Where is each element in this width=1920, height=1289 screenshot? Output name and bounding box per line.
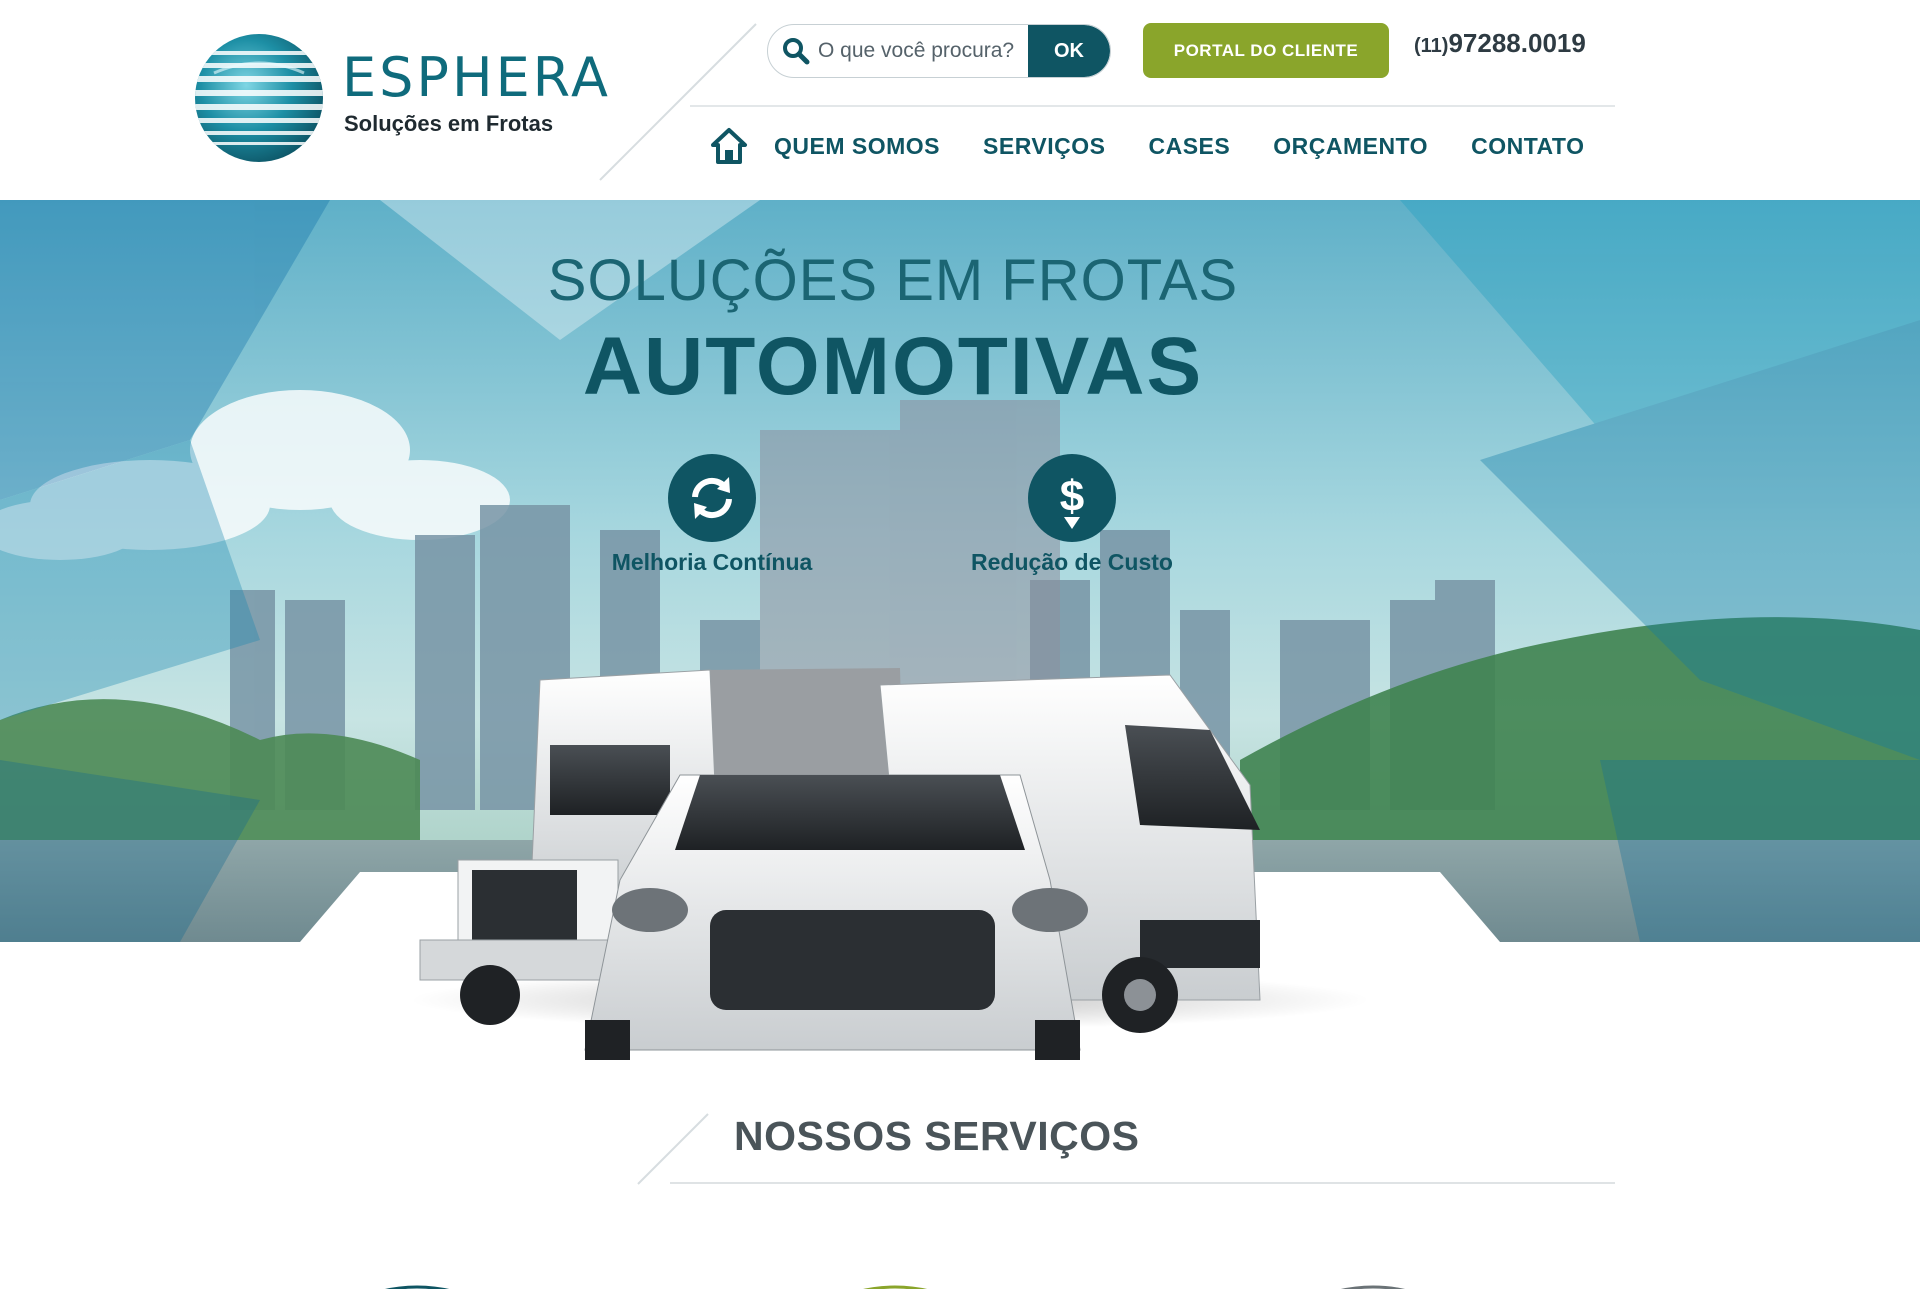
nav-item-orcamento[interactable]: ORÇAMENTO	[1273, 133, 1428, 160]
services-heading-light: NOSSOS	[734, 1113, 925, 1159]
service-card-1-circle	[385, 1285, 449, 1289]
nav-item-contato[interactable]: CONTATO	[1471, 133, 1584, 160]
brand-name: ESPHERA	[342, 46, 611, 109]
fleet-vehicles-image	[410, 668, 1370, 1060]
site-header: ESPHERA Soluções em Frotas OK PORTAL DO …	[0, 0, 1920, 200]
brand-tagline: Soluções em Frotas	[344, 111, 554, 136]
hero-subtitle: SOLUÇÕES EM FROTAS	[547, 248, 1239, 313]
home-icon[interactable]	[710, 127, 748, 165]
phone-area-code: (11)	[1414, 35, 1449, 57]
search-input[interactable]	[818, 25, 1038, 77]
search-submit-button[interactable]: OK	[1028, 25, 1110, 77]
nav-item-quem-somos[interactable]: QUEM SOMOS	[774, 133, 940, 160]
phone-number: (11)97288.0019	[1414, 30, 1586, 56]
nav-item-servicos[interactable]: SERVIÇOS	[983, 133, 1105, 160]
service-card-2-circle	[863, 1285, 927, 1289]
search-box: OK	[767, 24, 1111, 78]
main-nav: QUEM SOMOS SERVIÇOS CASES ORÇAMENTO CONT…	[710, 126, 1627, 166]
header-divider	[690, 105, 1615, 107]
services-divider	[670, 1182, 1615, 1184]
services-heading-bold: SERVIÇOS	[924, 1113, 1140, 1159]
nav-item-cases[interactable]: CASES	[1148, 133, 1230, 160]
service-card-3-circle	[1341, 1285, 1405, 1289]
globe-logo-icon	[195, 34, 323, 162]
search-icon	[783, 38, 810, 65]
hero-title: AUTOMOTIVAS	[582, 321, 1204, 412]
phone-digits: 97288.0019	[1448, 28, 1586, 58]
client-portal-button[interactable]: PORTAL DO CLIENTE	[1143, 23, 1389, 78]
services-diagonal-divider	[637, 1113, 709, 1185]
esphera-logo[interactable]: ESPHERA Soluções em Frotas	[194, 33, 608, 163]
services-heading: NOSSOS SERVIÇOS	[734, 1116, 1139, 1157]
